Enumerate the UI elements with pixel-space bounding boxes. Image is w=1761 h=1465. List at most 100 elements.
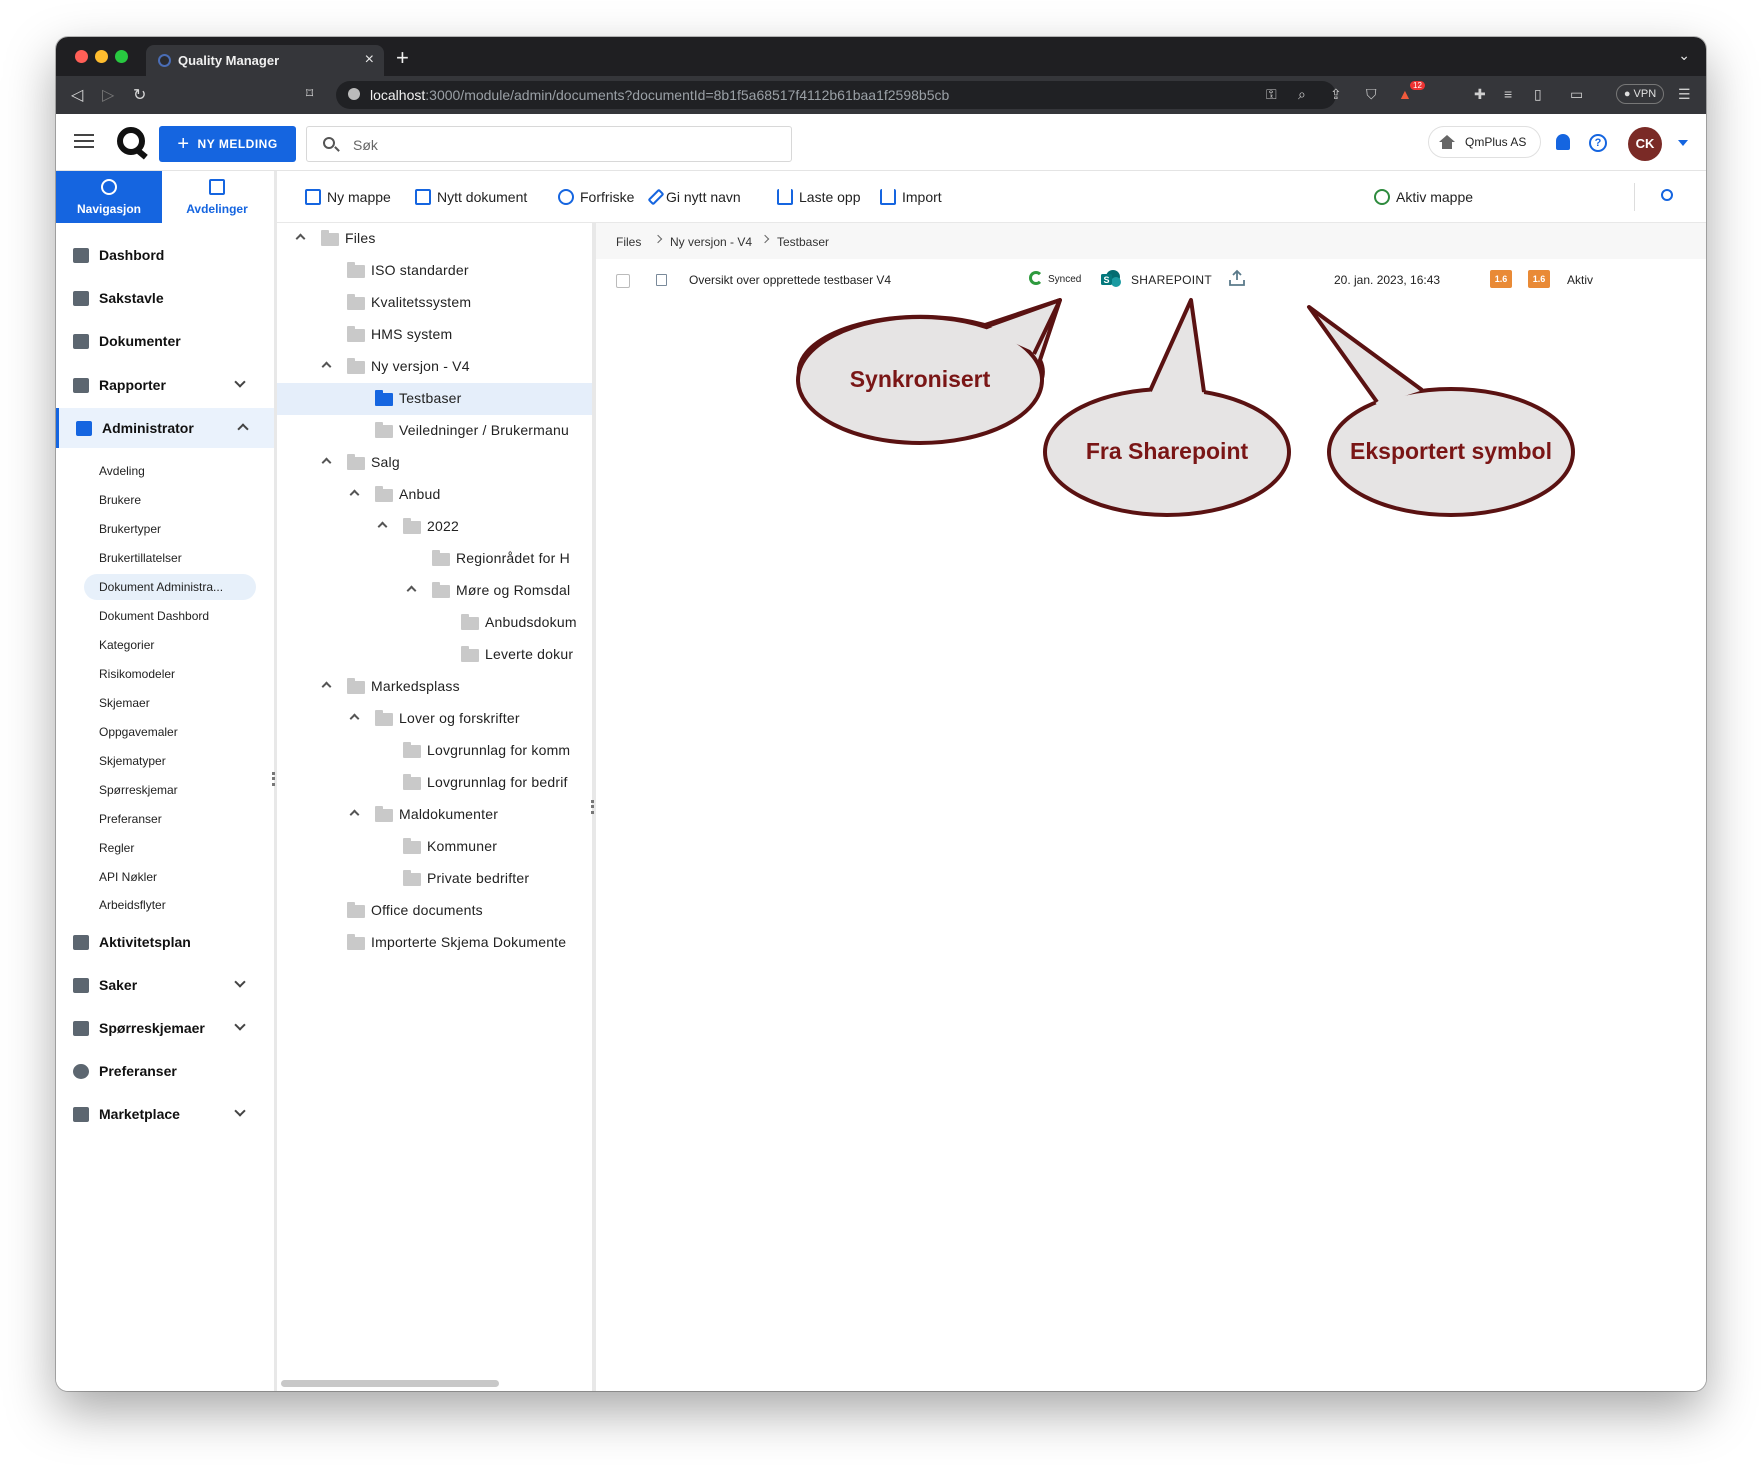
playlist-icon[interactable]: ≡ bbox=[1504, 86, 1512, 102]
tree-node[interactable]: HMS system bbox=[277, 319, 592, 351]
share-icon[interactable]: ⇪ bbox=[1330, 86, 1342, 103]
minimize-window-button[interactable] bbox=[95, 50, 108, 63]
admin-subitem[interactable]: API Nøkler bbox=[84, 864, 256, 890]
tree-node[interactable]: Private bedrifter bbox=[277, 863, 592, 895]
tree-node[interactable]: Lovgrunnlag for komm bbox=[277, 735, 592, 767]
sidebar-toggle-icon[interactable]: ▯ bbox=[1534, 86, 1542, 103]
tab-search-icon[interactable]: ⌄ bbox=[1678, 47, 1690, 64]
browser-menu-icon[interactable]: ☰ bbox=[1678, 86, 1691, 103]
admin-subitem[interactable]: Arbeidsflyter bbox=[84, 892, 256, 918]
vpn-button[interactable]: ● VPN bbox=[1616, 84, 1664, 104]
tree-node[interactable]: Anbudsdokum bbox=[277, 607, 592, 639]
sidebar-item-sakstavle[interactable]: Sakstavle bbox=[56, 278, 274, 318]
new-message-button[interactable]: + NY MELDING bbox=[159, 126, 296, 162]
chevron-up-icon[interactable] bbox=[349, 489, 360, 500]
search-input[interactable]: Søk bbox=[306, 126, 792, 162]
user-avatar[interactable]: CK bbox=[1628, 127, 1662, 161]
tree-node[interactable]: Leverte dokur bbox=[277, 639, 592, 671]
admin-subitem[interactable]: Preferanser bbox=[84, 806, 256, 832]
tree-node[interactable]: Anbud bbox=[277, 479, 592, 511]
notifications-bell-icon[interactable] bbox=[1556, 134, 1570, 150]
chevron-down-icon[interactable] bbox=[1678, 140, 1688, 146]
tab-avdelinger[interactable]: Avdelinger bbox=[164, 171, 270, 223]
sidebar-item-sporreskjemaer[interactable]: Spørreskjemaer bbox=[56, 1008, 274, 1048]
sidebar-item-administrator[interactable]: Administrator bbox=[56, 408, 274, 448]
admin-subitem[interactable]: Brukertyper bbox=[84, 516, 256, 542]
sidebar-grip-icon[interactable] bbox=[272, 772, 275, 786]
close-window-button[interactable] bbox=[75, 50, 88, 63]
document-title[interactable]: Oversikt over opprettede testbaser V4 bbox=[689, 273, 891, 287]
app-logo[interactable] bbox=[117, 127, 145, 155]
brave-shield-icon[interactable]: ⛉ bbox=[1366, 86, 1377, 103]
breadcrumb-item[interactable]: Ny versjon - V4 bbox=[670, 235, 752, 249]
admin-subitem[interactable]: Brukertillatelser bbox=[84, 545, 256, 571]
tree-node[interactable]: 2022 bbox=[277, 511, 592, 543]
admin-subitem[interactable]: Skjematyper bbox=[84, 748, 256, 774]
import-button[interactable]: Import bbox=[880, 186, 942, 208]
tree-node[interactable]: Kvalitetssystem bbox=[277, 287, 592, 319]
wallet-icon[interactable]: ▭ bbox=[1570, 86, 1583, 103]
chevron-up-icon[interactable] bbox=[321, 361, 332, 372]
chevron-up-icon[interactable] bbox=[349, 713, 360, 724]
tree-node[interactable]: Møre og Romsdal bbox=[277, 575, 592, 607]
breadcrumb-item[interactable]: Testbaser bbox=[777, 235, 829, 249]
tree-node[interactable]: Lovgrunnlag for bedrif bbox=[277, 767, 592, 799]
tree-node[interactable]: Kommuner bbox=[277, 831, 592, 863]
admin-subitem[interactable]: Avdeling bbox=[84, 458, 256, 484]
address-bar[interactable]: localhost:3000/module/admin/documents?do… bbox=[336, 81, 1336, 109]
zoom-icon[interactable]: ⌕ bbox=[1298, 86, 1306, 103]
admin-subitem-selected[interactable]: Dokument Administra... bbox=[84, 574, 256, 600]
rewards-icon[interactable]: ▲ bbox=[1398, 86, 1412, 102]
upload-button[interactable]: Laste opp bbox=[777, 186, 861, 208]
tree-node[interactable]: Maldokumenter bbox=[277, 799, 592, 831]
extensions-icon[interactable]: ✚ bbox=[1474, 86, 1486, 103]
key-icon[interactable]: ⚿ bbox=[1266, 86, 1277, 103]
breadcrumb-item[interactable]: Files bbox=[616, 235, 641, 249]
sidebar-item-saker[interactable]: Saker bbox=[56, 965, 274, 1005]
sidebar-item-preferanser[interactable]: Preferanser bbox=[56, 1051, 274, 1091]
chevron-up-icon[interactable] bbox=[321, 681, 332, 692]
tree-node[interactable]: Salg bbox=[277, 447, 592, 479]
rename-button[interactable]: Gi nytt navn bbox=[647, 186, 741, 208]
sidebar-item-dokumenter[interactable]: Dokumenter bbox=[56, 321, 274, 361]
close-tab-icon[interactable]: × bbox=[365, 51, 374, 69]
refresh-button[interactable]: Forfriske bbox=[558, 186, 634, 208]
toolbar-search-icon[interactable] bbox=[1661, 189, 1673, 201]
tab-navigasjon[interactable]: Navigasjon bbox=[56, 171, 162, 223]
bookmark-icon[interactable]: ⌑ bbox=[306, 85, 313, 102]
admin-subitem[interactable]: Skjemaer bbox=[84, 690, 256, 716]
admin-subitem[interactable]: Risikomodeler bbox=[84, 661, 256, 687]
new-document-button[interactable]: Nytt dokument bbox=[415, 186, 527, 208]
chevron-up-icon[interactable] bbox=[321, 457, 332, 468]
chevron-up-icon[interactable] bbox=[295, 233, 306, 244]
maximize-window-button[interactable] bbox=[115, 50, 128, 63]
document-row[interactable]: Oversikt over opprettede testbaser V4 Sy… bbox=[596, 259, 1706, 299]
new-folder-button[interactable]: Ny mappe bbox=[305, 186, 391, 208]
chevron-up-icon[interactable] bbox=[349, 809, 360, 820]
active-folder-toggle[interactable]: Aktiv mappe bbox=[1374, 186, 1473, 208]
sidebar-item-dashbord[interactable]: Dashbord bbox=[56, 235, 274, 275]
admin-subitem[interactable]: Dokument Dashbord bbox=[84, 603, 256, 629]
admin-subitem[interactable]: Spørreskjemar bbox=[84, 777, 256, 803]
tree-horizontal-scrollbar[interactable] bbox=[281, 1380, 499, 1387]
tree-grip-icon[interactable] bbox=[591, 800, 594, 814]
company-selector[interactable]: QmPlus AS bbox=[1428, 126, 1541, 158]
admin-subitem[interactable]: Regler bbox=[84, 835, 256, 861]
site-info-icon[interactable] bbox=[348, 88, 360, 100]
help-icon[interactable]: ? bbox=[1589, 134, 1607, 152]
sidebar-item-aktivitetsplan[interactable]: Aktivitetsplan bbox=[56, 922, 274, 962]
chevron-up-icon[interactable] bbox=[406, 585, 417, 596]
sidebar-item-rapporter[interactable]: Rapporter bbox=[56, 365, 274, 405]
tree-node[interactable]: Lover og forskrifter bbox=[277, 703, 592, 735]
row-checkbox[interactable] bbox=[616, 274, 630, 288]
admin-subitem[interactable]: Brukere bbox=[84, 487, 256, 513]
tree-node[interactable]: Office documents bbox=[277, 895, 592, 927]
tree-node[interactable]: Regionrådet for H bbox=[277, 543, 592, 575]
tree-node[interactable]: Importerte Skjema Dokumente bbox=[277, 927, 592, 959]
tree-node-selected[interactable]: Testbaser bbox=[277, 383, 592, 415]
tree-node[interactable]: Markedsplass bbox=[277, 671, 592, 703]
reload-icon[interactable]: ↻ bbox=[133, 85, 146, 105]
forward-icon[interactable]: ▷ bbox=[102, 85, 114, 105]
chevron-up-icon[interactable] bbox=[377, 521, 388, 532]
admin-subitem[interactable]: Kategorier bbox=[84, 632, 256, 658]
